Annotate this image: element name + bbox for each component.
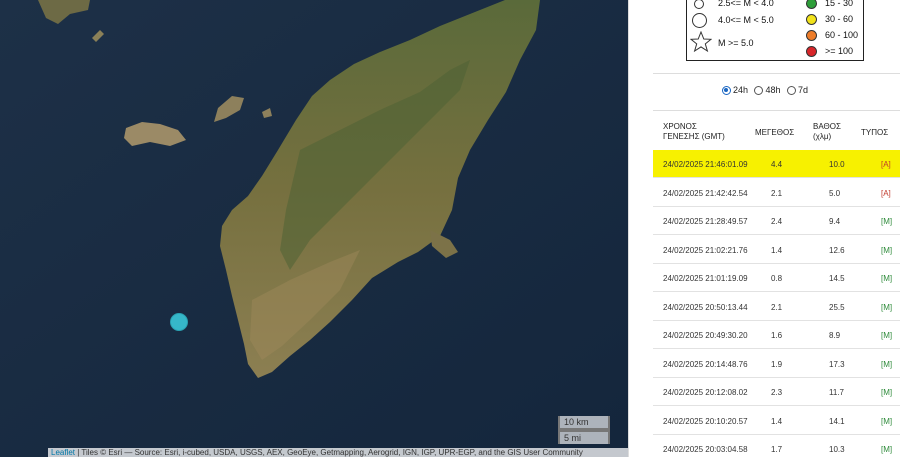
range-option-24h[interactable]: 24h bbox=[721, 85, 748, 95]
cell-magnitude: 1.4 bbox=[771, 245, 783, 255]
cell-time: 24/02/2025 21:01:19.09 bbox=[663, 274, 748, 283]
cell-type: [A] bbox=[881, 160, 891, 169]
cell-magnitude: 2.1 bbox=[771, 302, 783, 312]
table-row[interactable]: 24/02/2025 20:50:13.44 2.1 25.5 [M] bbox=[653, 293, 900, 321]
cell-time: 24/02/2025 20:12:08.02 bbox=[663, 388, 748, 397]
cell-type: [M] bbox=[881, 302, 893, 312]
cell-time: 24/02/2025 21:42:42.54 bbox=[663, 188, 748, 198]
cell-depth: 8.9 bbox=[829, 331, 841, 340]
radio-24h[interactable] bbox=[721, 85, 731, 95]
scale-bar-km: 10 km bbox=[558, 416, 610, 430]
scale-bar-mi: 5 mi bbox=[558, 430, 610, 444]
magnitude-circle-small-icon bbox=[694, 0, 704, 9]
header-depth: ΒΑΘΟΣ (χλμ) bbox=[813, 122, 841, 141]
header-type: ΤΥΠΟΣ bbox=[861, 128, 889, 137]
cell-type: [M] bbox=[881, 217, 893, 226]
range-option-7d[interactable]: 7d bbox=[787, 85, 808, 95]
legend-depth-3: 60 - 100 bbox=[825, 30, 859, 40]
cell-type: [M] bbox=[881, 416, 893, 426]
table-row[interactable]: 24/02/2025 21:02:21.76 1.4 12.6 [M] bbox=[653, 236, 900, 264]
legend-depth-1: 15 - 30 bbox=[825, 0, 854, 8]
cell-type: [M] bbox=[881, 388, 893, 397]
divider bbox=[653, 110, 900, 111]
cell-type: [M] bbox=[881, 274, 893, 283]
map-attribution: Leaflet | Tiles © Esri — Source: Esri, i… bbox=[48, 448, 628, 457]
legend-depth-2: 30 - 60 bbox=[825, 14, 854, 24]
table-row[interactable]: 24/02/2025 20:14:48.76 1.9 17.3 [M] bbox=[653, 350, 900, 378]
cell-magnitude: 0.8 bbox=[771, 274, 783, 283]
cell-time: 24/02/2025 21:46:01.09 bbox=[663, 160, 748, 169]
legend-magnitude-2: 4.0<= M < 5.0 bbox=[718, 15, 774, 25]
divider bbox=[653, 73, 900, 74]
cell-magnitude: 1.6 bbox=[771, 331, 783, 340]
legend-magnitude-3: M >= 5.0 bbox=[718, 38, 754, 48]
earthquake-panel: 2.5<= M < 4.0 4.0<= M < 5.0 M >= 5.0 15 … bbox=[628, 0, 900, 457]
table-row[interactable]: 24/02/2025 20:12:08.02 2.3 11.7 [M] bbox=[653, 378, 900, 406]
cell-depth: 25.5 bbox=[829, 302, 845, 312]
radio-48h[interactable] bbox=[754, 85, 764, 95]
cell-depth: 11.7 bbox=[829, 388, 844, 397]
cell-time: 24/02/2025 21:28:49.57 bbox=[663, 217, 748, 226]
cell-time: 24/02/2025 20:50:13.44 bbox=[663, 302, 748, 312]
attribution-text: | Tiles © Esri — Source: Esri, i-cubed, … bbox=[75, 448, 583, 457]
cell-time: 24/02/2025 21:02:21.76 bbox=[663, 245, 748, 255]
table-row[interactable]: 24/02/2025 21:28:49.57 2.4 9.4 [M] bbox=[653, 207, 900, 235]
cell-type: [M] bbox=[881, 331, 893, 340]
cell-depth: 10.0 bbox=[829, 160, 845, 169]
legend-depth-4: >= 100 bbox=[825, 46, 854, 56]
cell-depth: 5.0 bbox=[829, 188, 841, 198]
cell-time: 24/02/2025 20:49:30.20 bbox=[663, 331, 748, 340]
cell-magnitude: 2.1 bbox=[771, 188, 783, 198]
radio-7d[interactable] bbox=[787, 85, 797, 95]
table-row[interactable]: 24/02/2025 21:42:42.54 2.1 5.0 [A] bbox=[653, 179, 900, 207]
cell-magnitude: 2.4 bbox=[771, 217, 783, 226]
cell-depth: 9.4 bbox=[829, 217, 841, 226]
leaflet-link[interactable]: Leaflet bbox=[51, 448, 75, 457]
earthquake-marker[interactable] bbox=[170, 313, 188, 331]
table-header: ΧΡΟΝΟΣ ΓΕΝΕΣΗΣ (GMT) ΜΕΓΕΘΟΣ ΒΑΘΟΣ (χλμ) Τ… bbox=[653, 120, 900, 150]
depth-orange-icon bbox=[806, 30, 817, 41]
time-range-selector: 24h 48h 7d bbox=[629, 85, 900, 97]
table-row[interactable]: 24/02/2025 20:10:20.57 1.4 14.1 [M] bbox=[653, 407, 900, 435]
cell-magnitude: 1.4 bbox=[771, 416, 783, 426]
map-imagery bbox=[0, 0, 628, 457]
cell-depth: 12.6 bbox=[829, 245, 845, 255]
cell-time: 24/02/2025 20:03:04.58 bbox=[663, 445, 748, 454]
depth-red-icon bbox=[806, 46, 817, 57]
cell-time: 24/02/2025 20:14:48.76 bbox=[663, 359, 748, 369]
header-time: ΧΡΟΝΟΣ ΓΕΝΕΣΗΣ (GMT) bbox=[663, 122, 725, 141]
range-option-48h[interactable]: 48h bbox=[754, 85, 781, 95]
cell-type: [M] bbox=[881, 359, 893, 369]
cell-magnitude: 4.4 bbox=[771, 160, 783, 169]
cell-magnitude: 1.9 bbox=[771, 359, 783, 369]
cell-type: [M] bbox=[881, 245, 893, 255]
satellite-map[interactable]: 10 km 5 mi Leaflet | Tiles © Esri — Sour… bbox=[0, 0, 628, 457]
cell-depth: 14.5 bbox=[829, 274, 845, 283]
cell-magnitude: 1.7 bbox=[771, 445, 783, 454]
header-magnitude: ΜΕΓΕΘΟΣ bbox=[755, 128, 795, 137]
table-row[interactable]: 24/02/2025 20:03:04.58 1.7 10.3 [M] bbox=[653, 435, 900, 457]
cell-magnitude: 2.3 bbox=[771, 388, 783, 397]
legend-magnitude-1: 2.5<= M < 4.0 bbox=[718, 0, 774, 8]
star-icon bbox=[690, 31, 712, 53]
table-row[interactable]: 24/02/2025 20:49:30.20 1.6 8.9 [M] bbox=[653, 321, 900, 349]
depth-yellow-icon bbox=[806, 14, 817, 25]
cell-depth: 14.1 bbox=[829, 416, 845, 426]
table-row[interactable]: 24/02/2025 21:46:01.09 4.4 10.0 [A] bbox=[653, 150, 900, 178]
table-row[interactable]: 24/02/2025 21:01:19.09 0.8 14.5 [M] bbox=[653, 264, 900, 292]
magnitude-circle-medium-icon bbox=[692, 13, 707, 28]
cell-time: 24/02/2025 20:10:20.57 bbox=[663, 416, 748, 426]
cell-type: [M] bbox=[881, 445, 893, 454]
depth-green-icon bbox=[806, 0, 817, 9]
cell-depth: 10.3 bbox=[829, 445, 845, 454]
cell-type: [A] bbox=[881, 188, 891, 198]
map-legend: 2.5<= M < 4.0 4.0<= M < 5.0 M >= 5.0 15 … bbox=[686, 0, 864, 61]
cell-depth: 17.3 bbox=[829, 359, 845, 369]
